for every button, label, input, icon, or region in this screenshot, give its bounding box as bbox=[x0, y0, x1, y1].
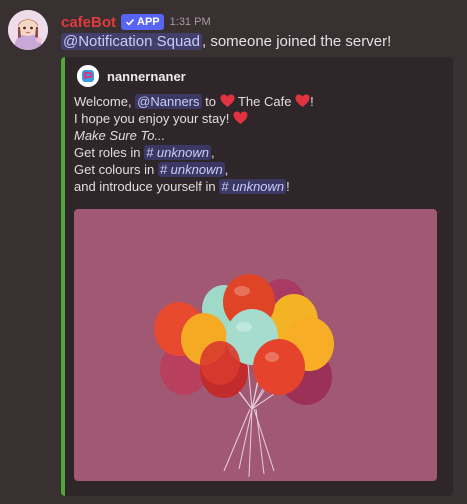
app-badge: APP bbox=[121, 14, 164, 30]
username[interactable]: cafeBot bbox=[61, 14, 116, 31]
message-content: @Notification Squad, someone joined the … bbox=[61, 33, 391, 50]
bot-avatar[interactable] bbox=[8, 10, 48, 50]
balloons-image[interactable] bbox=[74, 209, 437, 481]
enjoy-line: I hope you enjoy your stay! bbox=[74, 110, 314, 127]
embed: nannernaner Welcome, @Nanners to The Caf… bbox=[61, 57, 453, 496]
intro-end: ! bbox=[286, 179, 290, 194]
intro-prefix: and introduce yourself in bbox=[74, 179, 220, 194]
author-icon bbox=[77, 65, 99, 87]
message-text: , someone joined the server! bbox=[201, 33, 392, 50]
role-mention[interactable]: @Notification Squad bbox=[61, 33, 202, 50]
make-sure-line: Make Sure To... bbox=[74, 128, 166, 143]
timestamp[interactable]: 1:31 PM bbox=[170, 16, 211, 28]
colours-end: , bbox=[224, 162, 229, 177]
welcome-place: The Cafe bbox=[234, 94, 296, 109]
user-mention[interactable]: @Nanners bbox=[135, 94, 202, 109]
heart-icon bbox=[295, 94, 310, 107]
enjoy-text: I hope you enjoy your stay! bbox=[74, 111, 233, 126]
verified-check-icon bbox=[125, 18, 135, 26]
embed-author: nannernaner bbox=[77, 65, 186, 87]
embed-author-name[interactable]: nannernaner bbox=[107, 69, 186, 84]
heart-icon bbox=[220, 94, 235, 107]
app-badge-label: APP bbox=[137, 16, 160, 28]
welcome-end: ! bbox=[310, 94, 314, 109]
message-header: cafeBot APP 1:31 PM bbox=[61, 12, 211, 32]
roles-prefix: Get roles in bbox=[74, 145, 145, 160]
roles-channel-mention[interactable]: # unknown bbox=[144, 145, 211, 160]
message: cafeBot APP 1:31 PM @Notification Squad,… bbox=[0, 0, 467, 504]
welcome-line: Welcome, @Nanners to The Cafe ! bbox=[74, 93, 314, 110]
embed-description: Welcome, @Nanners to The Cafe ! I hope y… bbox=[74, 93, 314, 195]
welcome-to: to bbox=[201, 94, 220, 109]
roles-line: Get roles in # unknown, bbox=[74, 144, 314, 161]
colours-line: Get colours in # unknown, bbox=[74, 161, 314, 178]
intro-line: and introduce yourself in # unknown! bbox=[74, 178, 314, 195]
colours-channel-mention[interactable]: # unknown bbox=[157, 162, 225, 177]
colours-prefix: Get colours in bbox=[74, 162, 158, 177]
heart-icon bbox=[233, 111, 248, 124]
embed-accent-bar bbox=[61, 57, 65, 496]
intro-channel-mention[interactable]: # unknown bbox=[219, 179, 287, 194]
welcome-prefix: Welcome, bbox=[74, 94, 136, 109]
roles-end: , bbox=[210, 145, 215, 160]
